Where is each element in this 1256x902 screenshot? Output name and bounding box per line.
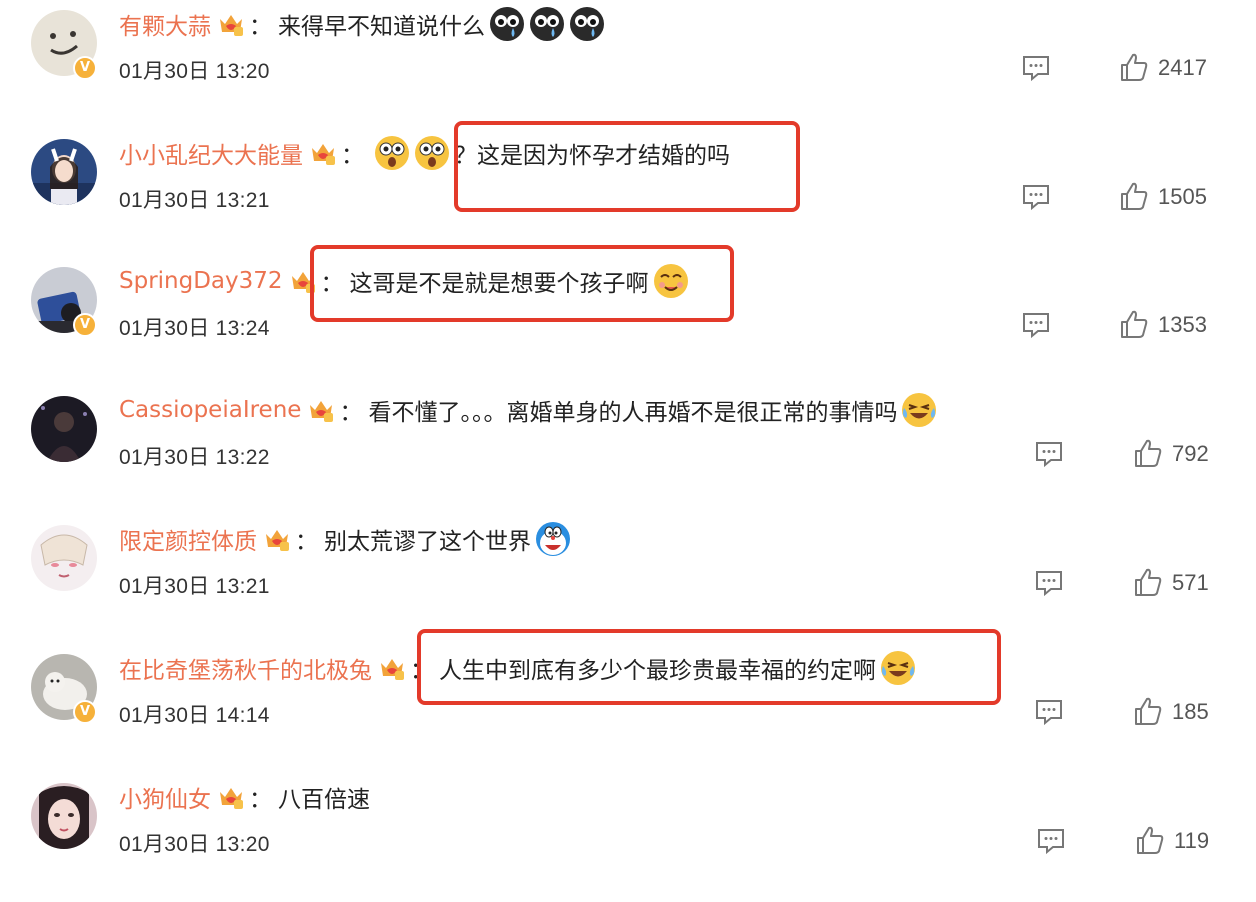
username-link[interactable]: 有颗大蒜 bbox=[119, 7, 211, 41]
timestamp: 01月30日 13:21 bbox=[119, 189, 270, 212]
thumbs-up-icon[interactable] bbox=[1136, 825, 1164, 855]
thumbs-up-icon[interactable] bbox=[1120, 52, 1148, 82]
like-count: 1353 bbox=[1158, 312, 1207, 337]
timestamp: 01月30日 13:20 bbox=[119, 60, 270, 83]
comment-reply-icon[interactable] bbox=[1034, 698, 1064, 726]
cry-face-emoji bbox=[489, 6, 525, 42]
like-count: 119 bbox=[1174, 828, 1210, 853]
comment-reply-icon[interactable] bbox=[1034, 569, 1064, 597]
thumbs-up-icon[interactable] bbox=[1134, 567, 1162, 597]
like-count: 792 bbox=[1172, 441, 1209, 466]
crown-badge-icon bbox=[309, 139, 337, 167]
comment-reply-icon[interactable] bbox=[1036, 827, 1066, 855]
shocked-face-emoji bbox=[414, 135, 450, 171]
shocked-face-emoji bbox=[374, 135, 410, 171]
thumbs-up-icon[interactable] bbox=[1134, 438, 1162, 468]
comment-item: CassiopeiaIrene ： 看不懂了。。。离婚单身的人再婚不是很正常的事… bbox=[0, 386, 1256, 515]
comment-text: 八百倍速 bbox=[278, 787, 370, 813]
like-count: 571 bbox=[1172, 570, 1209, 595]
like-count: 2417 bbox=[1158, 55, 1207, 80]
crown-badge-icon bbox=[217, 783, 245, 811]
thumbs-up-icon[interactable] bbox=[1134, 696, 1162, 726]
like-count: 185 bbox=[1172, 699, 1209, 724]
comment-item: 小狗仙女 ： 八百倍速 01月30日 13:20 119 bbox=[0, 773, 1256, 902]
username-link[interactable]: 小小乱纪大大能量 bbox=[119, 136, 303, 170]
like-count: 1505 bbox=[1158, 184, 1207, 209]
timestamp: 01月30日 14:14 bbox=[119, 704, 270, 727]
avatar[interactable] bbox=[31, 139, 97, 205]
comment-reply-icon[interactable] bbox=[1021, 183, 1051, 211]
comment-reply-icon[interactable] bbox=[1021, 54, 1051, 82]
comment-reply-icon[interactable] bbox=[1021, 311, 1051, 339]
verified-badge: V bbox=[73, 313, 97, 337]
crown-badge-icon bbox=[307, 396, 335, 424]
username-link[interactable]: 在比奇堡荡秋千的北极兔 bbox=[119, 651, 372, 685]
username-link[interactable]: 小狗仙女 bbox=[119, 780, 211, 814]
comment-text: 看不懂了。。。离婚单身的人再婚不是很正常的事情吗 bbox=[368, 400, 898, 426]
crown-badge-icon bbox=[217, 10, 245, 38]
avatar[interactable] bbox=[31, 396, 97, 462]
timestamp: 01月30日 13:21 bbox=[119, 575, 270, 598]
comment-item: V 有颗大蒜 ： 来得早不知道说什么 01月30日 13:20 2417 bbox=[0, 0, 1256, 129]
avatar[interactable] bbox=[31, 783, 97, 849]
cry-face-emoji bbox=[569, 6, 605, 42]
comment-text: 别太荒谬了这个世界 bbox=[324, 529, 531, 555]
crown-badge-icon bbox=[378, 654, 406, 682]
thumbs-up-icon[interactable] bbox=[1120, 309, 1148, 339]
verified-badge: V bbox=[73, 56, 97, 80]
comment-reply-icon[interactable] bbox=[1034, 440, 1064, 468]
crown-badge-icon bbox=[263, 525, 291, 553]
username-link[interactable]: 限定颜控体质 bbox=[119, 522, 257, 556]
username-link[interactable]: SpringDay372 bbox=[119, 268, 283, 294]
comment-text: 来得早不知道说什么 bbox=[278, 14, 485, 40]
timestamp: 01月30日 13:24 bbox=[119, 317, 270, 340]
verified-badge: V bbox=[73, 700, 97, 724]
highlight-box bbox=[310, 245, 734, 322]
highlight-box bbox=[417, 629, 1001, 705]
cry-face-emoji bbox=[529, 6, 565, 42]
comment-item: 限定颜控体质 ： 别太荒谬了这个世界 01月30日 13:21 571 bbox=[0, 515, 1256, 644]
username-link[interactable]: CassiopeiaIrene bbox=[119, 397, 301, 423]
doraemon-emoji bbox=[535, 521, 571, 557]
thumbs-up-icon[interactable] bbox=[1120, 181, 1148, 211]
avatar[interactable] bbox=[31, 525, 97, 591]
highlight-box bbox=[454, 121, 800, 212]
laugh-cry-emoji bbox=[901, 392, 937, 428]
timestamp: 01月30日 13:22 bbox=[119, 446, 270, 469]
timestamp: 01月30日 13:20 bbox=[119, 833, 270, 856]
